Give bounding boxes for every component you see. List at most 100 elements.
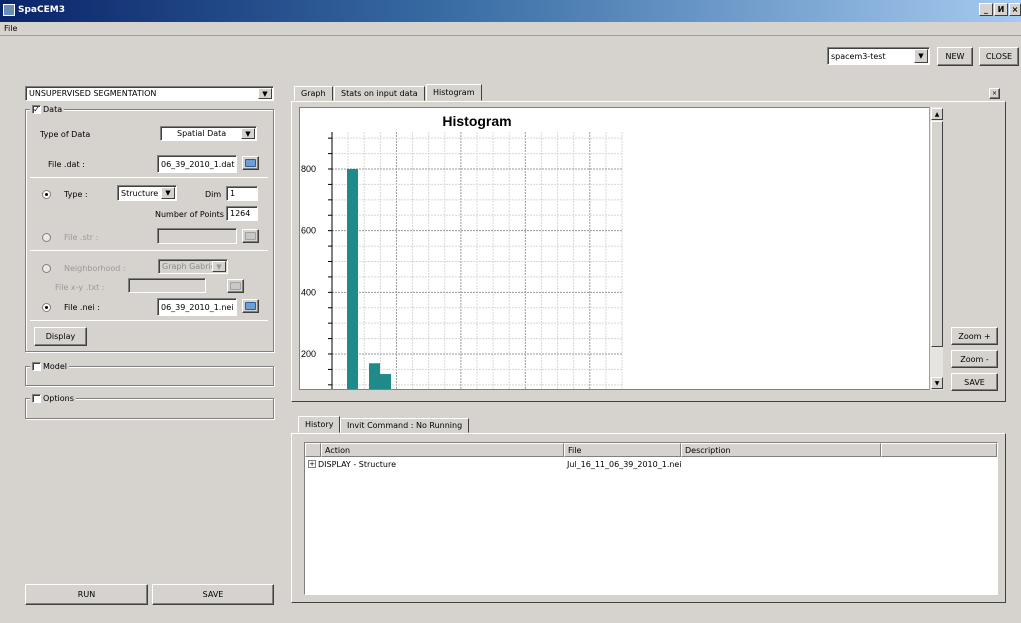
file-nei-radio[interactable]: [42, 303, 51, 312]
histogram-bar: [369, 363, 380, 389]
zoom-out-button[interactable]: Zoom -: [951, 350, 998, 368]
number-of-points-field[interactable]: 1264: [226, 206, 258, 221]
type-label: Type :: [64, 190, 88, 199]
run-button[interactable]: RUN: [25, 584, 148, 605]
tab-graph[interactable]: Graph: [294, 86, 333, 101]
file-nei-label: File .nei :: [64, 303, 100, 312]
menu-bar: File: [0, 22, 1021, 36]
maximize-button[interactable]: И: [994, 3, 1008, 16]
table-row[interactable]: + DISPLAY - Structure Jul_16_11_06_39_20…: [305, 458, 997, 470]
folder-icon: [230, 282, 241, 290]
file-dat-browse-button[interactable]: [242, 156, 259, 170]
chevron-down-icon: ▼: [914, 49, 928, 63]
zoom-in-button[interactable]: Zoom +: [951, 327, 998, 345]
chevron-down-icon: ▼: [241, 128, 255, 139]
model-checkbox[interactable]: [32, 362, 41, 371]
type-of-data-value: Spatial Data: [177, 129, 227, 138]
file-xy-field[interactable]: [128, 278, 206, 293]
project-select[interactable]: spacem3-test ▼: [827, 47, 930, 65]
neighborhood-value: Graph Gabriel: [162, 262, 218, 271]
column-header-empty: [881, 443, 997, 457]
chevron-down-icon: ▼: [161, 187, 175, 199]
dim-label: Dim: [205, 190, 222, 199]
file-xy-label: File x-y .txt :: [55, 283, 105, 292]
model-group-title: Model: [43, 362, 68, 371]
model-group-header: Model: [30, 361, 70, 372]
options-checkbox[interactable]: [32, 394, 41, 403]
chart-title: Histogram: [442, 113, 511, 129]
save-button[interactable]: SAVE: [152, 584, 274, 605]
app-icon: [3, 4, 15, 16]
folder-icon: [245, 302, 256, 310]
chart-scrollbar[interactable]: ▲ ▼: [929, 107, 943, 390]
separator: [30, 250, 268, 251]
scroll-thumb[interactable]: [931, 121, 943, 347]
display-button[interactable]: Display: [34, 327, 87, 346]
file-nei-browse-button[interactable]: [242, 299, 259, 313]
chevron-down-icon: ▼: [212, 261, 226, 272]
method-select-value: UNSUPERVISED SEGMENTATION: [29, 89, 157, 98]
title-bar: SpaCEM3 _ И ×: [0, 0, 1021, 22]
neighborhood-radio[interactable]: [42, 264, 51, 273]
type-of-data-label: Type of Data: [40, 130, 91, 139]
data-group-header: ✓ Data: [30, 104, 65, 115]
column-header-action[interactable]: Action: [321, 443, 564, 457]
options-group-title: Options: [43, 394, 74, 403]
close-panel-icon[interactable]: ×: [989, 88, 1000, 99]
y-tick-label: 200: [301, 349, 316, 359]
file-dat-label: File .dat :: [48, 160, 85, 169]
scroll-up-icon[interactable]: ▲: [931, 108, 943, 120]
column-header-file[interactable]: File: [564, 443, 681, 457]
separator: [30, 320, 268, 321]
chevron-down-icon: ▼: [258, 88, 272, 99]
project-select-value: spacem3-test: [831, 51, 886, 61]
type-radio[interactable]: [42, 190, 51, 199]
histogram-bar: [347, 169, 358, 389]
y-tick-label: 400: [301, 287, 316, 297]
file-str-radio[interactable]: [42, 233, 51, 242]
neighborhood-label: Neighborhood :: [64, 264, 126, 273]
expand-plus-icon[interactable]: +: [308, 460, 316, 468]
chart-viewport: Histogram 800 600 400 200: [299, 107, 939, 390]
tab-invit-command[interactable]: Invit Command : No Running: [340, 418, 470, 433]
scroll-down-icon[interactable]: ▼: [931, 377, 943, 389]
dim-field[interactable]: 1: [226, 186, 258, 201]
tab-histogram[interactable]: Histogram: [426, 84, 482, 101]
number-of-points-label: Number of Points: [155, 210, 224, 219]
chart-save-button[interactable]: SAVE: [951, 373, 998, 391]
options-group-header: Options: [30, 393, 76, 404]
folder-icon: [245, 159, 256, 167]
type-select[interactable]: Structure ▼: [117, 185, 177, 201]
file-xy-browse-button[interactable]: [227, 279, 244, 293]
file-dat-field[interactable]: 06_39_2010_1.dat: [157, 155, 237, 173]
close-button[interactable]: CLOSE: [979, 47, 1019, 66]
y-tick-label: 800: [301, 164, 316, 174]
type-of-data-select[interactable]: Spatial Data ▼: [160, 126, 257, 141]
method-select[interactable]: UNSUPERVISED SEGMENTATION ▼: [25, 86, 274, 101]
file-nei-field[interactable]: 06_39_2010_1.nei: [157, 298, 237, 316]
row-action: DISPLAY - Structure: [318, 460, 396, 469]
file-str-field[interactable]: [157, 228, 237, 244]
type-select-value: Structure: [121, 188, 159, 198]
separator: [30, 177, 268, 178]
table-header-spacer: [305, 443, 321, 457]
y-tick-label: 600: [301, 226, 316, 236]
tab-stats-on-input-data[interactable]: Stats on input data: [334, 86, 425, 101]
folder-icon: [245, 232, 256, 240]
histogram-chart: Histogram 800 600 400 200: [301, 113, 623, 389]
history-table: Action File Description + DISPLAY - Stru…: [304, 442, 998, 595]
histogram-bar: [380, 374, 391, 389]
data-group-title: Data: [43, 105, 63, 114]
new-button[interactable]: NEW: [937, 47, 973, 66]
close-window-button[interactable]: ×: [1009, 3, 1021, 16]
tab-history[interactable]: History: [298, 416, 341, 433]
minimize-button[interactable]: _: [979, 3, 993, 16]
file-str-label: File .str :: [64, 233, 99, 242]
file-str-browse-button[interactable]: [242, 229, 259, 243]
column-header-description[interactable]: Description: [681, 443, 881, 457]
neighborhood-select[interactable]: Graph Gabriel ▼: [158, 259, 228, 274]
row-file: Jul_16_11_06_39_2010_1.nei: [567, 460, 682, 469]
menu-file[interactable]: File: [4, 24, 17, 33]
data-checkbox[interactable]: ✓: [32, 105, 41, 114]
window-title: SpaCEM3: [18, 5, 65, 15]
